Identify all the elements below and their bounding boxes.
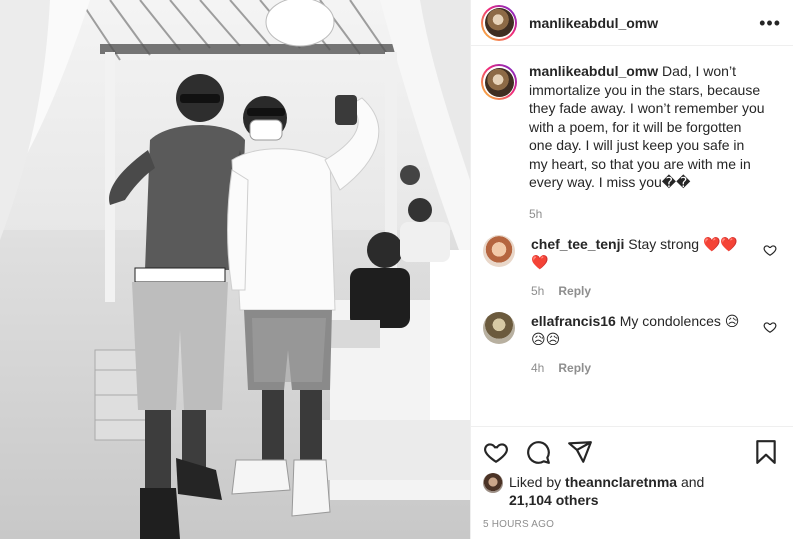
instagram-post: manlikeabdul_omw ••• manlikeabdul_omw Da… bbox=[0, 0, 793, 539]
comment-item: chef_tee_tenji Stay strong ❤️❤️❤️ 5h Rep… bbox=[481, 234, 781, 298]
commenter-avatar[interactable] bbox=[483, 311, 515, 344]
comment-time[interactable]: 4h bbox=[531, 361, 544, 375]
comment-username[interactable]: ellafrancis16 bbox=[531, 313, 616, 329]
comment-body: chef_tee_tenji Stay strong ❤️❤️❤️ 5h Rep… bbox=[531, 235, 749, 298]
post-image bbox=[0, 0, 470, 539]
share-paper-plane-icon[interactable] bbox=[567, 439, 593, 465]
like-comment-heart-icon[interactable] bbox=[763, 243, 777, 257]
caption-time[interactable]: 5h bbox=[529, 207, 765, 221]
comment-time[interactable]: 5h bbox=[531, 284, 544, 298]
reply-button[interactable]: Reply bbox=[558, 361, 591, 375]
comment-username[interactable]: chef_tee_tenji bbox=[531, 236, 624, 252]
avatar-image bbox=[484, 8, 514, 37]
comment-body: ellafrancis16 My condolences 😥😥😥 4h Repl… bbox=[531, 312, 749, 375]
post-photo[interactable] bbox=[0, 0, 470, 539]
author-avatar[interactable] bbox=[481, 4, 517, 41]
caption-body: manlikeabdul_omw Dad, I won’t immortaliz… bbox=[529, 62, 765, 221]
likes-summary: Liked by theannclaretnma and 21,104 othe… bbox=[483, 473, 779, 509]
comment-meta: 5h Reply bbox=[531, 284, 749, 298]
post-actions: Liked by theannclaretnma and 21,104 othe… bbox=[471, 426, 793, 539]
avatar-image bbox=[484, 67, 514, 97]
reply-button[interactable]: Reply bbox=[558, 284, 591, 298]
avatar-inner bbox=[483, 6, 515, 39]
like-heart-icon[interactable] bbox=[483, 439, 509, 465]
save-bookmark-icon[interactable] bbox=[753, 439, 779, 465]
liker-avatar[interactable] bbox=[483, 473, 503, 493]
caption-username[interactable]: manlikeabdul_omw bbox=[529, 63, 658, 79]
comment-bubble-icon[interactable] bbox=[525, 439, 551, 465]
like-comment-heart-icon[interactable] bbox=[763, 320, 777, 334]
post-caption: manlikeabdul_omw Dad, I won’t immortaliz… bbox=[481, 62, 781, 221]
comment-meta: 4h Reply bbox=[531, 361, 749, 375]
comments-section[interactable]: manlikeabdul_omw Dad, I won’t immortaliz… bbox=[471, 46, 793, 426]
likes-prefix: Liked by bbox=[509, 474, 562, 490]
post-side-panel: manlikeabdul_omw ••• manlikeabdul_omw Da… bbox=[470, 0, 793, 539]
more-options-icon[interactable]: ••• bbox=[759, 14, 781, 32]
post-timestamp[interactable]: 5 HOURS AGO bbox=[483, 519, 779, 530]
caption-content: Dad, I won’t immortalize you in the star… bbox=[529, 63, 765, 190]
action-icons-row bbox=[483, 435, 779, 469]
author-username[interactable]: manlikeabdul_omw bbox=[529, 15, 759, 31]
avatar-inner bbox=[483, 66, 515, 98]
commenter-avatar[interactable] bbox=[483, 234, 515, 267]
liked-by-username[interactable]: theannclaretnma bbox=[565, 474, 677, 490]
likes-text: Liked by theannclaretnma and 21,104 othe… bbox=[509, 473, 704, 509]
comment-text: chef_tee_tenji Stay strong ❤️❤️❤️ bbox=[531, 235, 749, 272]
comment-item: ellafrancis16 My condolences 😥😥😥 4h Repl… bbox=[481, 311, 781, 375]
caption-text: manlikeabdul_omw Dad, I won’t immortaliz… bbox=[529, 62, 765, 192]
post-header: manlikeabdul_omw ••• bbox=[471, 0, 793, 46]
comment-text: ellafrancis16 My condolences 😥😥😥 bbox=[531, 312, 749, 349]
caption-avatar[interactable] bbox=[481, 64, 517, 100]
likes-connector: and bbox=[680, 474, 705, 490]
likes-count[interactable]: 21,104 others bbox=[509, 492, 599, 508]
